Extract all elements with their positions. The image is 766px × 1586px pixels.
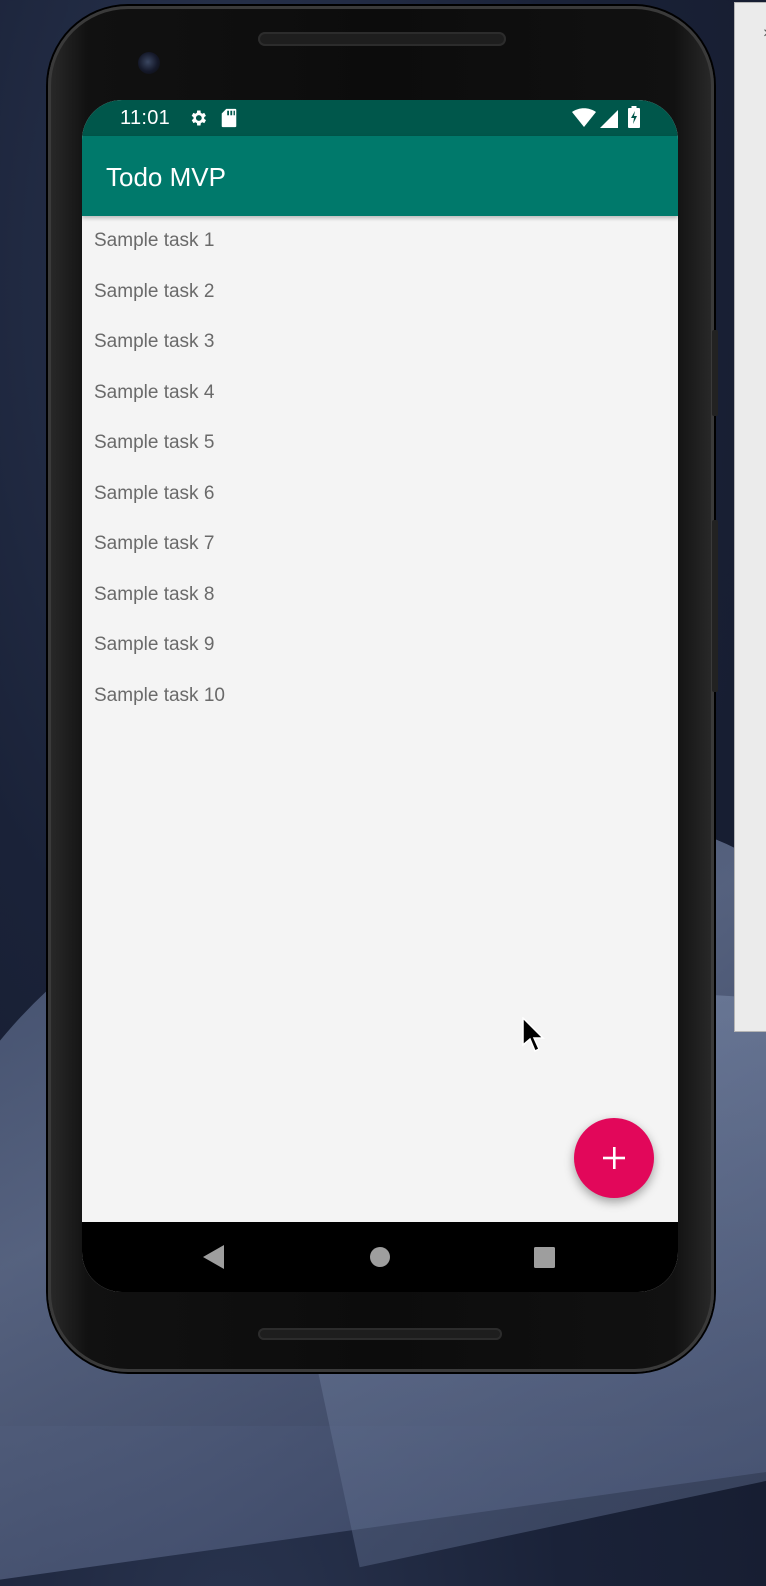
task-label: Sample task 2 — [94, 280, 215, 302]
gear-icon — [191, 110, 206, 126]
navigation-bar — [82, 1222, 678, 1292]
plus-icon — [603, 1147, 625, 1169]
battery-charging-icon — [628, 106, 640, 128]
task-label: Sample task 10 — [94, 684, 225, 706]
task-item[interactable]: Sample task 5 — [82, 418, 678, 469]
app-toolbar: Todo MVP — [82, 136, 678, 216]
task-item[interactable]: Sample task 7 — [82, 519, 678, 570]
bottom-speaker — [258, 1328, 502, 1340]
task-label: Sample task 8 — [94, 583, 215, 605]
page-title: Todo MVP — [106, 162, 226, 192]
task-item[interactable]: Sample task 3 — [82, 317, 678, 368]
task-label: Sample task 6 — [94, 482, 215, 504]
task-label: Sample task 4 — [94, 381, 215, 403]
task-item[interactable]: Sample task 1 — [82, 216, 678, 267]
emulator-side-panel: × — [734, 2, 766, 1032]
task-label: Sample task 5 — [94, 432, 215, 453]
earpiece-speaker — [258, 32, 506, 46]
wifi-icon — [572, 108, 596, 127]
home-icon[interactable] — [370, 1247, 390, 1267]
phone-screen: 11:01 Todo MVP Sample task 1 Sample task… — [82, 100, 678, 1292]
task-item[interactable]: Sample task 10 — [82, 671, 678, 722]
task-label: Sample task 7 — [94, 533, 215, 554]
front-camera — [138, 52, 160, 74]
task-item[interactable]: Sample task 9 — [82, 620, 678, 671]
task-item[interactable]: Sample task 6 — [82, 469, 678, 520]
task-item[interactable]: Sample task 8 — [82, 570, 678, 621]
cell-signal-icon — [600, 110, 618, 128]
task-label: Sample task 3 — [94, 331, 215, 352]
mouse-pointer-icon — [522, 1017, 545, 1053]
task-item[interactable]: Sample task 4 — [82, 368, 678, 419]
status-bar: 11:01 — [82, 100, 678, 136]
add-task-button[interactable] — [574, 1118, 654, 1198]
task-label: Sample task 9 — [94, 634, 215, 655]
task-list: Sample task 1 Sample task 2 Sample task … — [82, 216, 678, 721]
task-label: Sample task 1 — [94, 230, 215, 251]
task-item[interactable]: Sample task 2 — [82, 267, 678, 318]
power-button[interactable] — [712, 520, 718, 692]
recents-icon[interactable] — [534, 1247, 555, 1268]
sd-card-icon — [221, 108, 237, 128]
status-time: 11:01 — [120, 107, 171, 129]
volume-button[interactable] — [712, 330, 718, 416]
back-icon[interactable] — [202, 1244, 226, 1270]
